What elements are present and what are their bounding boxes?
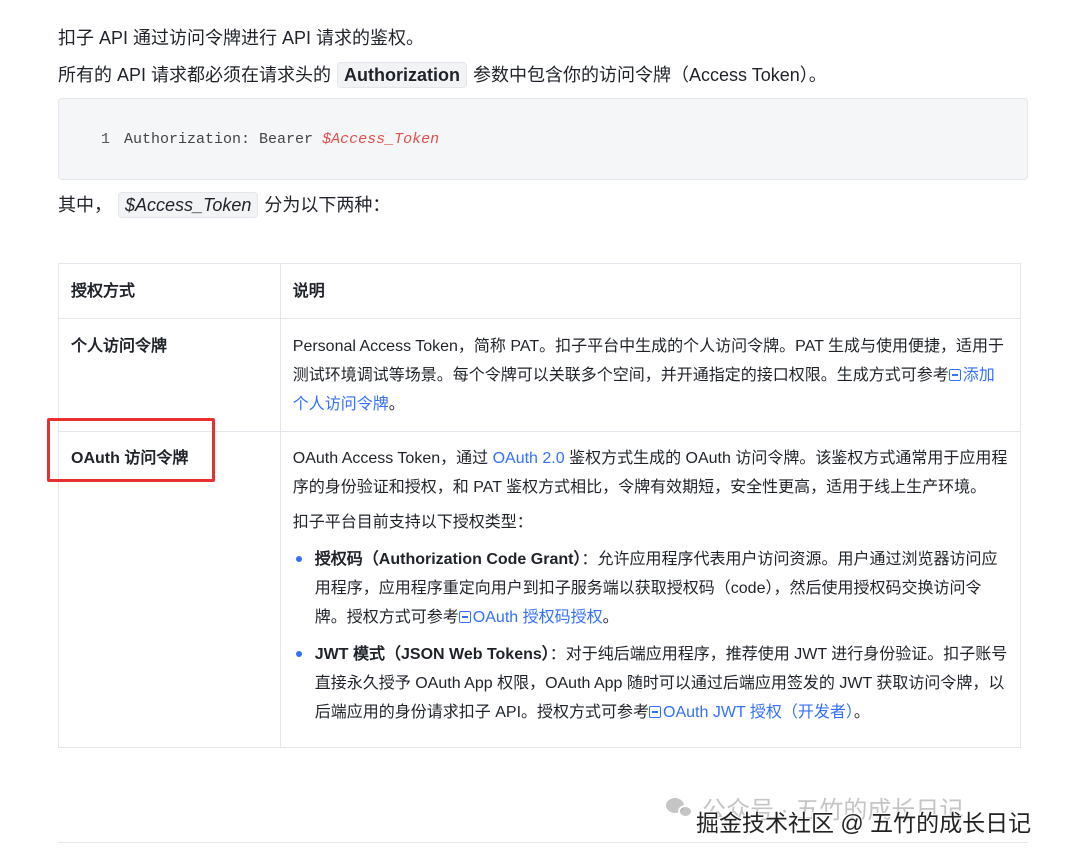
- bullet-dot: [295, 556, 302, 562]
- bullet-dot: [295, 651, 302, 657]
- divider: [58, 842, 1028, 843]
- row-description-pat: Personal Access Token，简称 PAT。扣子平台中生成的个人访…: [279, 318, 1022, 432]
- oauth-grant-types-list: 授权码（Authorization Code Grant）：允许应用程序代表用户…: [293, 545, 1008, 727]
- intro-line-2: 所有的 API 请求都必须在请求头的 Authorization 参数中包含你的访问…: [58, 61, 827, 89]
- note-before: 其中，: [58, 195, 112, 215]
- grant-type-name: 授权码（Authorization Code Grant）: [314, 551, 582, 568]
- list-item: 授权码（Authorization Code Grant）：允许应用程序代表用户…: [293, 545, 1008, 632]
- grant-type-end: 。: [602, 609, 619, 626]
- auth-methods-table: 授权方式 说明 个人访问令牌 Personal Access Token，简称 …: [58, 263, 1022, 748]
- doc-link-icon: [458, 611, 471, 623]
- oauth-description: OAuth Access Token，通过 OAuth 2.0 鉴权方式生成的 …: [293, 444, 1008, 502]
- table-header-method: 授权方式: [58, 263, 281, 319]
- juejin-watermark: 掘金技术社区 @ 五竹的成长日记: [696, 810, 1032, 836]
- code-variable: $Access_Token: [322, 130, 440, 148]
- table-header-description: 说明: [279, 263, 1022, 319]
- code-line-number: 1: [101, 130, 111, 148]
- oauth2-link[interactable]: OAuth 2.0: [493, 450, 565, 467]
- oauth-jwt-link-label: OAuth JWT 授权（开发者）: [663, 704, 854, 721]
- intro-line-1: 扣子 API 通过访问令牌进行 API 请求的鉴权。: [58, 28, 425, 48]
- pat-description-end: 。: [388, 396, 405, 413]
- inline-code-authorization: Authorization: [337, 62, 467, 88]
- document-page: 扣子 API 通过访问令牌进行 API 请求的鉴权。 所有的 API 请求都必须…: [0, 0, 1080, 857]
- oauth-support-text: 扣子平台目前支持以下授权类型：: [292, 514, 533, 531]
- oauth-code-grant-link[interactable]: OAuth 授权码授权: [458, 609, 603, 626]
- row-description-oauth: OAuth Access Token，通过 OAuth 2.0 鉴权方式生成的 …: [279, 431, 1022, 748]
- wechat-icon: [666, 796, 694, 820]
- grant-type-name: JWT 模式（JSON Web Tokens）: [314, 646, 550, 663]
- table-header-row: 授权方式 说明: [58, 263, 1022, 319]
- pat-description: Personal Access Token，简称 PAT。扣子平台中生成的个人访…: [292, 338, 1005, 384]
- grant-type-end: 。: [853, 704, 870, 721]
- doc-link-icon: [948, 369, 961, 381]
- oauth-desc-before: OAuth Access Token，通过: [292, 450, 493, 467]
- note-after: 分为以下两种：: [264, 195, 391, 215]
- note-line: 其中， $Access_Token 分为以下两种：: [58, 191, 390, 219]
- doc-link-icon: [649, 706, 662, 718]
- table-row: 个人访问令牌 Personal Access Token，简称 PAT。扣子平台…: [58, 318, 1022, 432]
- red-highlight-box: [47, 418, 215, 482]
- list-item: JWT 模式（JSON Web Tokens）：对于纯后端应用程序，推荐使用 J…: [293, 640, 1008, 727]
- inline-code-access-token: $Access_Token: [118, 192, 259, 218]
- code-block: 1 Authorization: Bearer $Access_Token: [58, 98, 1028, 180]
- row-method-pat: 个人访问令牌: [58, 318, 281, 432]
- oauth-code-grant-link-label: OAuth 授权码授权: [472, 609, 603, 626]
- intro-line-2-after: 参数中包含你的访问令牌（Access Token）。: [473, 65, 827, 85]
- intro-line-2-before: 所有的 API 请求都必须在请求头的: [58, 65, 332, 85]
- code-text: Authorization: Bearer: [124, 130, 323, 148]
- oauth-jwt-link[interactable]: OAuth JWT 授权（开发者）: [649, 704, 854, 721]
